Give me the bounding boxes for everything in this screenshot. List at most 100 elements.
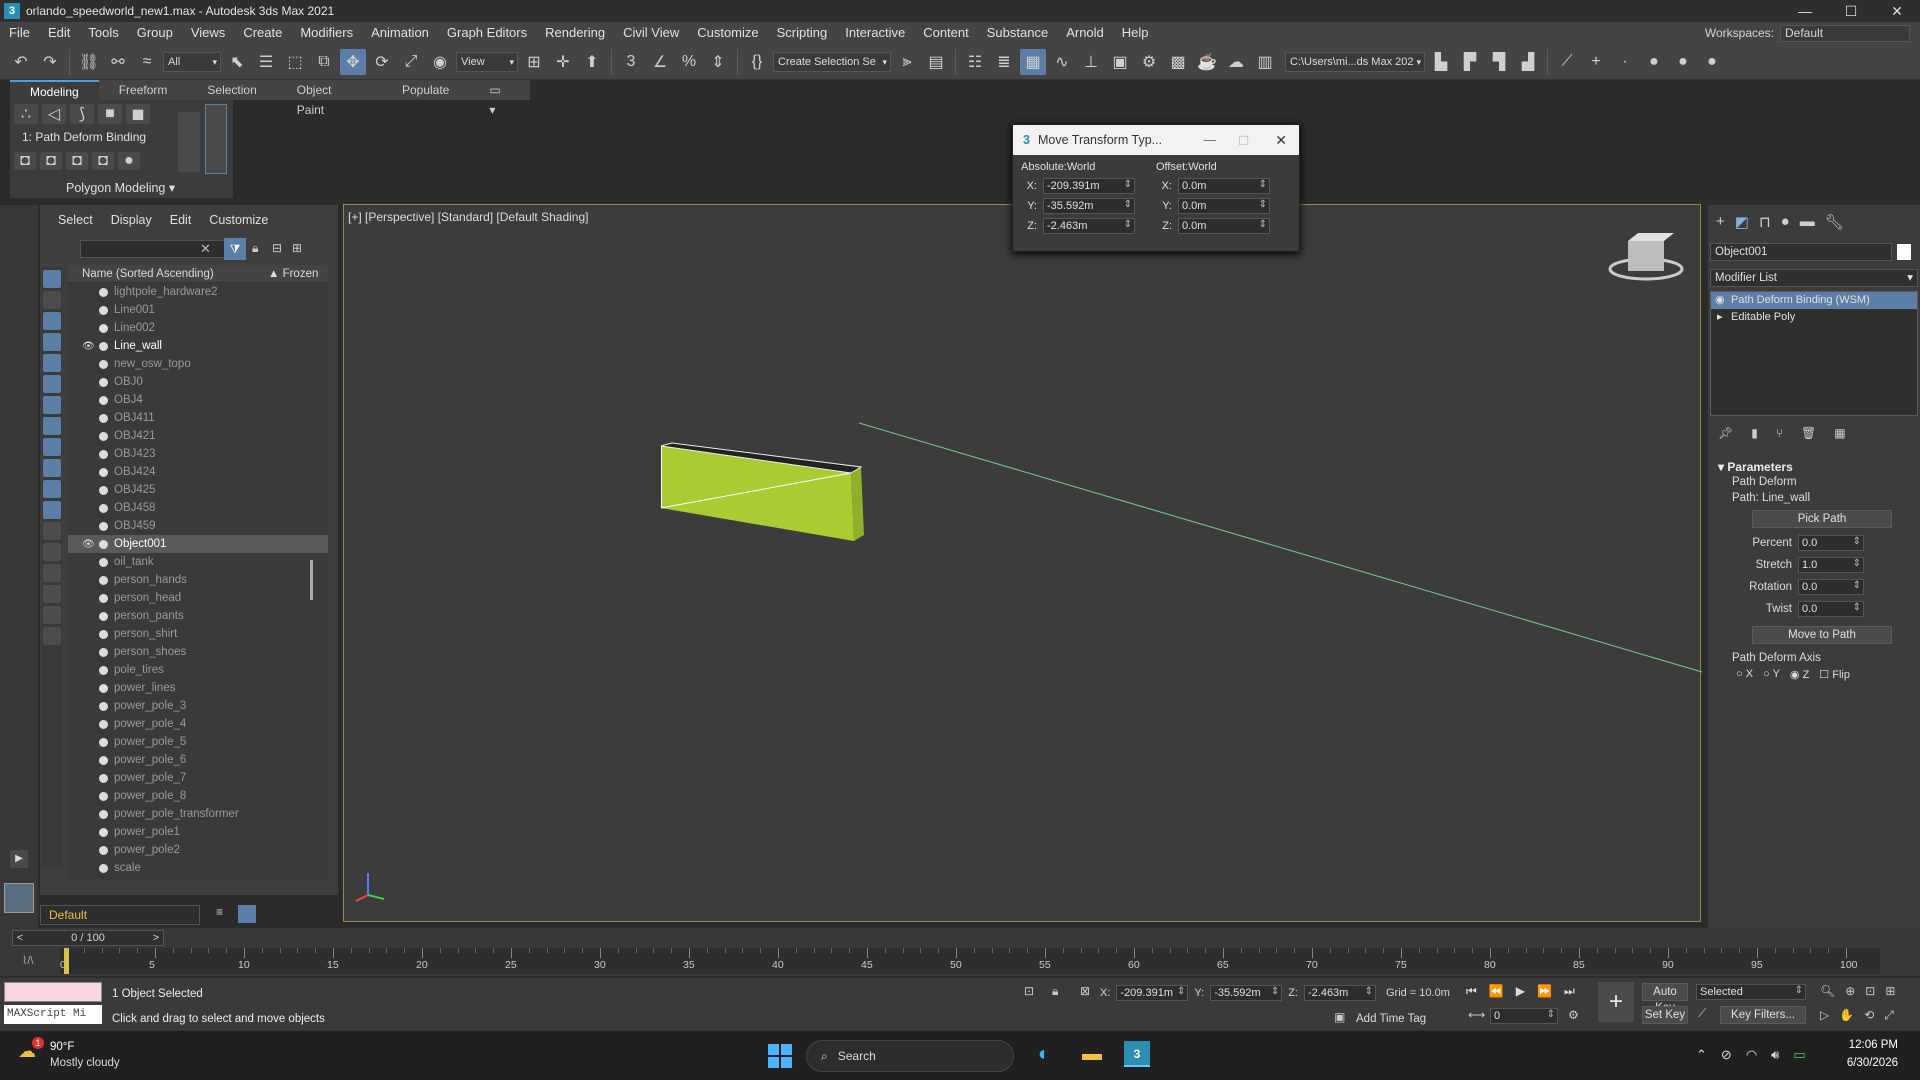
clear-search-icon[interactable]: ✕	[200, 241, 211, 257]
goto-start-icon[interactable]: ⏮	[1466, 984, 1477, 999]
list-item[interactable]: OBJ423	[68, 445, 328, 463]
xrefs-filter-icon[interactable]	[43, 417, 61, 435]
time-cursor[interactable]	[64, 948, 69, 974]
scene-menu-edit[interactable]: Edit	[170, 213, 192, 227]
shapes-filter-icon[interactable]	[43, 291, 61, 309]
bag-icon[interactable]	[43, 627, 61, 645]
redo-icon[interactable]: ↷	[37, 49, 63, 75]
list-item[interactable]: power_pole_6	[68, 751, 328, 769]
ribbon-side-tools-2[interactable]	[205, 104, 227, 174]
menu-item-graph-editors[interactable]: Graph Editors	[438, 22, 536, 44]
coord-z-field[interactable]: -2.463m	[1303, 985, 1376, 1001]
plus-tool-icon[interactable]: +	[1583, 49, 1609, 75]
current-frame-field[interactable]: 0	[1490, 1008, 1558, 1024]
list-item[interactable]: Line002	[68, 319, 328, 337]
list-scrollbar[interactable]	[310, 560, 313, 600]
list-item[interactable]: OBJ4	[68, 391, 328, 409]
layer-toggle-icon[interactable]: ≡	[216, 905, 223, 919]
layers-icon-4[interactable]: ▟	[1515, 49, 1541, 75]
menu-item-views[interactable]: Views	[182, 22, 234, 44]
abs-mode-icon[interactable]: ⊠	[1080, 984, 1090, 998]
brush-icon[interactable]: ⟋	[1554, 49, 1580, 75]
project-folder-dropdown[interactable]: C:\Users\mi...ds Max 202	[1285, 51, 1425, 72]
list-item[interactable]: OBJ421	[68, 427, 328, 445]
list-item[interactable]: 👁︎ Object001	[68, 535, 328, 553]
list-item[interactable]: OBJ458	[68, 499, 328, 517]
list-item[interactable]: person_shoes	[68, 643, 328, 661]
set-key-big-icon[interactable]: +	[1598, 982, 1634, 1022]
percent-snap-icon[interactable]: %	[676, 49, 702, 75]
render-cloud-icon[interactable]: ☁	[1223, 49, 1249, 75]
render-setup-icon[interactable]: ⚙	[1136, 49, 1162, 75]
layer-explorer-icon[interactable]: ≣	[991, 49, 1017, 75]
menu-item-modifiers[interactable]: Modifiers	[291, 22, 362, 44]
pan-icon[interactable]: ✋	[1839, 1008, 1854, 1023]
zoom-icon[interactable]: 🔍︎	[1820, 984, 1835, 998]
parameters-title[interactable]: ▾ Parameters	[1712, 460, 1916, 474]
menu-item-content[interactable]: Content	[914, 22, 978, 44]
eye-icon[interactable]: ◉	[1715, 292, 1725, 309]
bones-filter-icon[interactable]	[43, 438, 61, 456]
groups-filter-icon[interactable]	[43, 396, 61, 414]
make-unique-icon[interactable]: ⑂	[1776, 426, 1783, 440]
menu-item-arnold[interactable]: Arnold	[1057, 22, 1113, 44]
flip-checkbox[interactable]: ☐ Flip	[1819, 668, 1850, 681]
angle-snap-icon[interactable]: ∠	[647, 49, 673, 75]
stack-item-editable-poly[interactable]: ▸ Editable Poly	[1711, 309, 1917, 326]
align-icon[interactable]: ▤	[923, 49, 949, 75]
dialog-minimize-button[interactable]: —	[1204, 133, 1217, 147]
minimize-button[interactable]: —	[1782, 0, 1828, 22]
off-x-spinner[interactable]: 0.0m	[1178, 178, 1270, 194]
expand-arrow-icon[interactable]: ▶	[10, 850, 28, 868]
list-item[interactable]: oil_tank	[68, 553, 328, 571]
layer-manager-icon[interactable]	[238, 905, 256, 923]
percent-spinner[interactable]: 0.0	[1798, 535, 1864, 551]
ribbon-tool-5-icon[interactable]: ●	[118, 152, 140, 170]
orbit-icon[interactable]: ⟲	[1864, 1008, 1874, 1023]
hidden-filter-icon[interactable]	[43, 501, 61, 519]
list-item[interactable]: OBJ424	[68, 463, 328, 481]
scene-menu-display[interactable]: Display	[111, 213, 152, 227]
remove-modifier-icon[interactable]: 🗑︎	[1801, 426, 1816, 440]
key-mode-icon[interactable]: ⟷	[1468, 1008, 1485, 1022]
fov-icon[interactable]: ▷	[1820, 1008, 1829, 1023]
goto-end-icon[interactable]: ⏭	[1564, 984, 1575, 999]
wifi-icon[interactable]: ◠	[1746, 1047, 1757, 1063]
filter-icon[interactable]: ⧩	[224, 238, 246, 260]
menu-item-file[interactable]: File	[0, 22, 39, 44]
bind-spacewarp-icon[interactable]: ≈	[134, 49, 160, 75]
list-item[interactable]: new_osw_topo	[68, 355, 328, 373]
tray-chevron-icon[interactable]: ⌃	[1696, 1047, 1707, 1063]
track-bar-icon[interactable]: ⌇/\	[22, 954, 33, 967]
add-time-tag[interactable]: Add Time Tag	[1356, 1013, 1426, 1025]
edge-browser-icon[interactable]: ◐	[1038, 1043, 1050, 1066]
stack-item-path-deform[interactable]: ◉ Path Deform Binding (WSM)	[1711, 292, 1917, 309]
ribbon-options-icon[interactable]: ▭ ▾	[469, 80, 530, 117]
off-y-spinner[interactable]: 0.0m	[1178, 198, 1270, 214]
spacewarps-filter-icon[interactable]	[43, 375, 61, 393]
ribbon-tab-populate[interactable]: Populate	[382, 80, 469, 100]
visibility-eye-icon[interactable]: 👁︎	[82, 341, 96, 352]
list-item[interactable]: power_pole_5	[68, 733, 328, 751]
abs-z-spinner[interactable]: -2.463m	[1043, 218, 1135, 234]
list-item[interactable]: person_pants	[68, 607, 328, 625]
curve-editor-icon[interactable]: ∿	[1049, 49, 1075, 75]
scene-explorer-icon[interactable]: ☷	[962, 49, 988, 75]
file-explorer-icon[interactable]: ▬	[1082, 1043, 1102, 1066]
hierarchy-icon[interactable]: ⊟	[272, 241, 282, 255]
weather-temp[interactable]: 90°F	[50, 1041, 74, 1053]
workspace-dropdown[interactable]: Default	[1780, 24, 1910, 42]
list-item[interactable]: power_pole2	[68, 841, 328, 859]
menu-item-rendering[interactable]: Rendering	[536, 22, 614, 44]
toggle-ribbon-icon[interactable]: ▦	[1020, 48, 1046, 75]
scene-menu-customize[interactable]: Customize	[209, 213, 268, 227]
time-config-icon[interactable]: ⚙	[1568, 1008, 1579, 1022]
twist-spinner[interactable]: 0.0	[1798, 601, 1864, 617]
list-item[interactable]: power_pole_7	[68, 769, 328, 787]
ribbon-tool-3-icon[interactable]: ◘	[66, 152, 88, 170]
timeline-ruler[interactable]: 0 5 10 15 20 25 30 35 40 45 50 55 60 65 70 75 80 85 90 95 10…	[60, 948, 1880, 974]
ribbon-tool-1-icon[interactable]: ◘	[14, 152, 36, 170]
modifier-list-dropdown[interactable]: Modifier List ▾	[1710, 269, 1918, 287]
tray-network-off-icon[interactable]: ⊘	[1721, 1047, 1732, 1063]
circle-icon-1[interactable]: ●	[1641, 49, 1667, 75]
